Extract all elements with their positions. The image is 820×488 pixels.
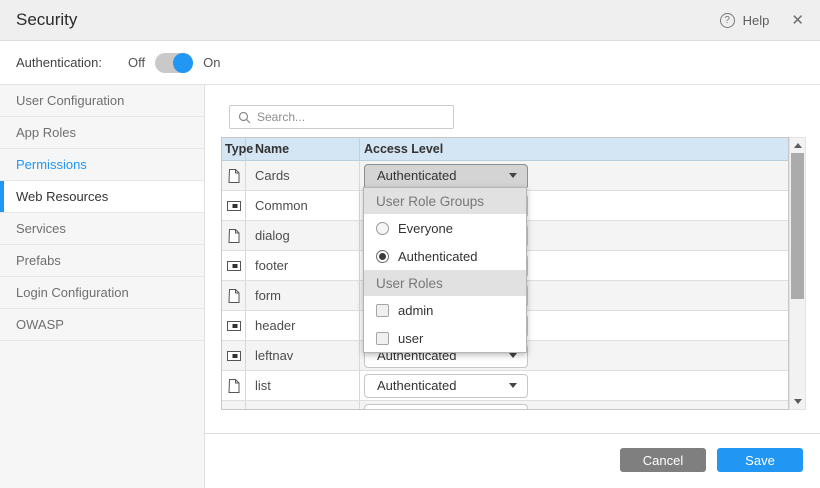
page-icon bbox=[226, 228, 242, 244]
table-scrollbar[interactable] bbox=[789, 137, 806, 410]
scrollbar-down-arrow[interactable] bbox=[790, 394, 805, 409]
sidebar-item-label: Login Configuration bbox=[16, 285, 129, 300]
save-button[interactable]: Save bbox=[717, 448, 803, 472]
resource-type-cell bbox=[222, 191, 246, 220]
dropdown-option-label: Authenticated bbox=[398, 249, 478, 264]
sidebar-item-login-configuration[interactable]: Login Configuration bbox=[0, 277, 204, 309]
dropdown-option-label: Everyone bbox=[398, 221, 453, 236]
sidebar-item-label: User Configuration bbox=[16, 93, 124, 108]
sidebar-item-prefabs[interactable]: Prefabs bbox=[0, 245, 204, 277]
resource-name: list bbox=[246, 371, 360, 400]
partial-icon bbox=[226, 258, 242, 274]
sidebar-item-label: Permissions bbox=[16, 157, 87, 172]
checkbox-unchecked-icon bbox=[376, 304, 389, 317]
authentication-label: Authentication: bbox=[16, 55, 102, 70]
sidebar-item-services[interactable]: Services bbox=[0, 213, 204, 245]
resource-name: Common bbox=[246, 191, 360, 220]
close-icon[interactable]: ✕ bbox=[791, 13, 804, 28]
dropdown-option-admin[interactable]: admin bbox=[364, 296, 526, 324]
cancel-button[interactable]: Cancel bbox=[620, 448, 706, 472]
sidebar-item-owasp[interactable]: OWASP bbox=[0, 309, 204, 341]
search-box[interactable] bbox=[229, 105, 454, 129]
table-header-row: Type Name Access Level bbox=[222, 138, 788, 161]
sidebar-item-permissions[interactable]: Permissions bbox=[0, 149, 204, 181]
column-header-name[interactable]: Name bbox=[246, 138, 360, 160]
access-level-cell bbox=[360, 401, 788, 410]
dropdown-option-label: admin bbox=[398, 303, 433, 318]
sidebar: User Configuration App Roles Permissions We… bbox=[0, 85, 205, 488]
table-row[interactable]: list Authenticated bbox=[222, 371, 788, 401]
sidebar-item-label: OWASP bbox=[16, 317, 64, 332]
toggle-on-label: On bbox=[203, 55, 220, 70]
search-input[interactable] bbox=[257, 110, 437, 124]
dropdown-option-everyone[interactable]: Everyone bbox=[364, 214, 526, 242]
checkbox-unchecked-icon bbox=[376, 332, 389, 345]
partial-icon bbox=[226, 348, 242, 364]
authentication-row: Authentication: Off On bbox=[0, 41, 820, 85]
table-row[interactable] bbox=[222, 401, 788, 410]
resource-name: header bbox=[246, 311, 360, 340]
resource-name: dialog bbox=[246, 221, 360, 250]
resource-name: footer bbox=[246, 251, 360, 280]
toggle-thumb bbox=[173, 53, 193, 73]
footer: Cancel Save bbox=[620, 448, 803, 472]
resource-type-cell bbox=[222, 281, 246, 310]
partial-icon bbox=[226, 198, 242, 214]
column-header-access-level[interactable]: Access Level bbox=[360, 138, 788, 160]
sidebar-item-user-configuration[interactable]: User Configuration bbox=[0, 85, 204, 117]
sidebar-item-label: Prefabs bbox=[16, 253, 61, 268]
radio-checked-icon bbox=[376, 250, 389, 263]
access-level-dropdown[interactable]: Authenticated bbox=[364, 164, 528, 188]
sidebar-item-app-roles[interactable]: App Roles bbox=[0, 117, 204, 149]
resource-type-cell bbox=[222, 341, 246, 370]
sidebar-item-label: Services bbox=[16, 221, 66, 236]
access-level-cell: Authenticated bbox=[360, 161, 788, 190]
partial-icon bbox=[226, 318, 242, 334]
resource-name bbox=[246, 401, 360, 410]
access-level-dropdown-panel: User Role Groups Everyone Authenticated Use… bbox=[363, 187, 527, 353]
search-icon bbox=[238, 111, 251, 124]
column-header-type[interactable]: Type bbox=[222, 138, 246, 160]
access-level-dropdown[interactable] bbox=[364, 404, 528, 411]
footer-divider bbox=[205, 433, 820, 434]
page-title: Security bbox=[16, 10, 77, 30]
resource-type-cell bbox=[222, 371, 246, 400]
scrollbar-thumb[interactable] bbox=[791, 153, 804, 299]
access-level-value: Authenticated bbox=[377, 378, 509, 393]
resource-type-cell bbox=[222, 221, 246, 250]
dropdown-option-label: user bbox=[398, 331, 423, 346]
radio-unchecked-icon bbox=[376, 222, 389, 235]
chevron-down-icon bbox=[509, 353, 517, 358]
help-link[interactable]: Help bbox=[743, 13, 770, 28]
access-level-cell: Authenticated bbox=[360, 371, 788, 400]
dropdown-option-authenticated[interactable]: Authenticated bbox=[364, 242, 526, 270]
security-dialog: Security ? Help ✕ Authentication: Off On… bbox=[0, 0, 820, 488]
dropdown-group-header: User Roles bbox=[364, 270, 526, 296]
sidebar-item-web-resources[interactable]: Web Resources bbox=[0, 181, 204, 213]
resource-type-cell bbox=[222, 251, 246, 280]
toggle-off-label: Off bbox=[128, 55, 145, 70]
page-icon bbox=[226, 378, 242, 394]
resource-type-cell bbox=[222, 161, 246, 190]
page-icon bbox=[226, 288, 242, 304]
sidebar-item-label: Web Resources bbox=[16, 189, 108, 204]
resource-name: leftnav bbox=[246, 341, 360, 370]
authentication-toggle[interactable] bbox=[155, 53, 193, 73]
access-level-dropdown[interactable]: Authenticated bbox=[364, 374, 528, 398]
help-icon[interactable]: ? bbox=[720, 13, 735, 28]
chevron-down-icon bbox=[509, 383, 517, 388]
scrollbar-up-arrow[interactable] bbox=[790, 138, 805, 153]
resource-name: form bbox=[246, 281, 360, 310]
content-panel: Type Name Access Level Cards Authenticate… bbox=[205, 85, 820, 488]
resource-type-cell bbox=[222, 311, 246, 340]
titlebar: Security ? Help ✕ bbox=[0, 0, 820, 41]
chevron-down-icon bbox=[509, 173, 517, 178]
dropdown-group-header: User Role Groups bbox=[364, 188, 526, 214]
dropdown-option-user[interactable]: user bbox=[364, 324, 526, 352]
resource-type-cell bbox=[222, 401, 246, 410]
page-icon bbox=[226, 168, 242, 184]
sidebar-item-label: App Roles bbox=[16, 125, 76, 140]
resource-name: Cards bbox=[246, 161, 360, 190]
access-level-value: Authenticated bbox=[377, 168, 509, 183]
